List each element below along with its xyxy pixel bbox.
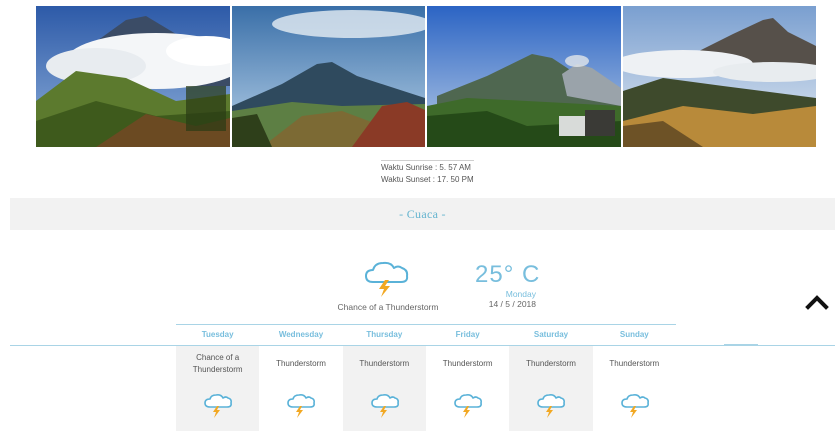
forecast-card-thursday: Thunderstorm [342, 346, 426, 431]
current-date: 14 / 5 / 2018 [488, 299, 536, 309]
thunderstorm-cloud-icon [370, 394, 399, 418]
forecast-condition: Chance of a Thunderstorm [192, 353, 243, 374]
thunderstorm-cloud-icon [537, 394, 566, 418]
tab-thursday[interactable]: Thursday [343, 325, 426, 345]
forecast-cards: Chance of a Thunderstorm Thunderstorm Th… [176, 346, 676, 431]
thunderstorm-cloud-icon [454, 394, 482, 418]
section-title: - Cuaca - [399, 207, 446, 221]
forecast-condition: Thunderstorm [276, 359, 326, 368]
forecast-condition: Thunderstorm [442, 359, 493, 368]
tab-wednesday[interactable]: Wednesday [259, 325, 342, 345]
forecast-card-friday: Thunderstorm [426, 346, 509, 431]
forecast-card-wednesday: Thunderstorm [259, 346, 342, 431]
tab-tuesday[interactable]: Tuesday [176, 325, 259, 345]
current-condition: Chance of a Thunderstorm [337, 302, 439, 312]
thunderstorm-cloud-icon [287, 394, 316, 418]
forecast-day-tabs: Tuesday Wednesday Thursday Friday Saturd… [176, 325, 676, 345]
mountain-photo-4 [623, 6, 816, 147]
mountain-photo-3 [427, 6, 621, 147]
forecast-condition: Thunderstorm [526, 359, 576, 368]
thunderstorm-cloud-icon [204, 394, 232, 418]
thunderstorm-cloud-icon [365, 261, 409, 297]
tab-friday[interactable]: Friday [426, 325, 509, 345]
sunrise-time: Waktu Sunrise : 5. 57 AM [381, 160, 474, 174]
current-day: Monday [505, 289, 536, 299]
sun-times: Waktu Sunrise : 5. 57 AM Waktu Sunset : … [381, 160, 474, 186]
forecast-condition: Thunderstorm [359, 359, 410, 368]
current-temperature: 25° C [475, 261, 541, 288]
thunderstorm-cloud-icon [620, 394, 649, 418]
forecast-condition: Thunderstorm [609, 359, 660, 368]
forecast-card-tuesday: Chance of a Thunderstorm [176, 346, 260, 431]
divider-accent [724, 344, 758, 346]
mountain-photo-2 [232, 6, 425, 147]
forecast-card-saturday: Thunderstorm [509, 346, 593, 431]
sunset-time: Waktu Sunset : 17. 50 PM [381, 175, 474, 184]
mountain-photo-strip [36, 6, 816, 147]
forecast-card-sunday: Thunderstorm [593, 346, 676, 431]
tab-saturday[interactable]: Saturday [509, 325, 592, 345]
mountain-photo-1 [36, 6, 230, 147]
chevron-up-icon[interactable] [805, 292, 829, 310]
tab-sunday[interactable]: Sunday [593, 325, 676, 345]
weather-section-header: - Cuaca - [10, 198, 835, 230]
